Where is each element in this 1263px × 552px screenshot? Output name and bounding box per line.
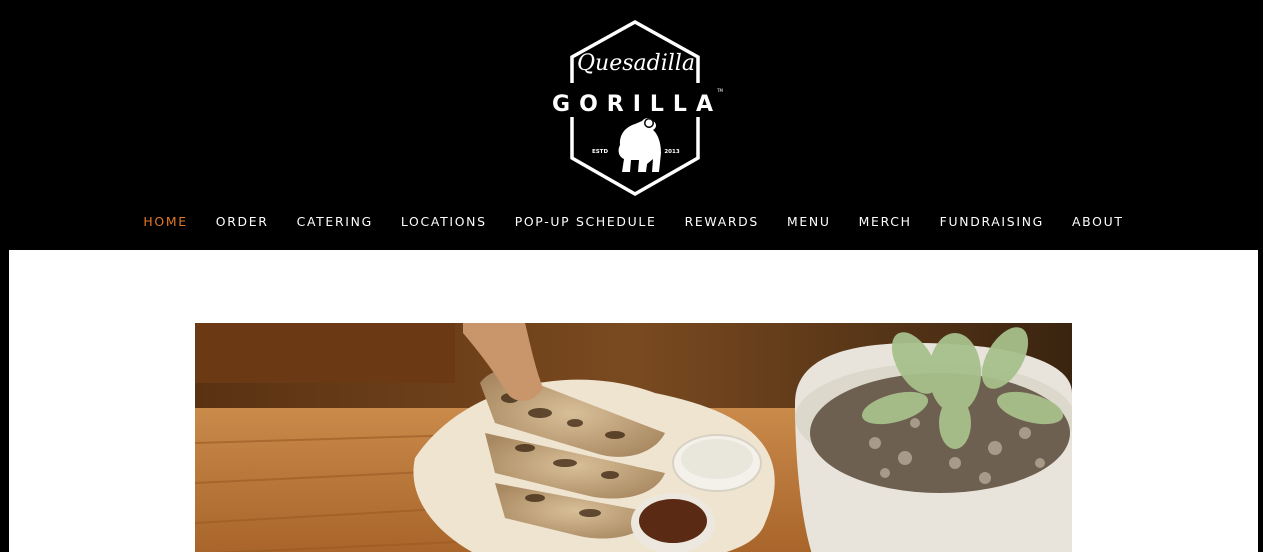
- hero-image: [195, 323, 1072, 552]
- site-logo[interactable]: Quesadilla GORILLA TM ESTD 2013: [545, 19, 725, 197]
- nav-item-locations[interactable]: LOCATIONS: [401, 214, 487, 229]
- logo-word-text: GORILLA: [552, 92, 722, 117]
- nav-item-catering[interactable]: CATERING: [297, 214, 373, 229]
- logo-tm-text: TM: [716, 88, 723, 93]
- logo-badge: Quesadilla GORILLA TM ESTD 2013: [552, 19, 724, 197]
- nav-item-pop-up-schedule[interactable]: POP-UP SCHEDULE: [515, 214, 657, 229]
- gorilla-icon: [618, 118, 661, 172]
- nav-item-about[interactable]: ABOUT: [1072, 214, 1124, 229]
- nav-item-menu[interactable]: MENU: [787, 214, 831, 229]
- nav-item-order[interactable]: ORDER: [216, 214, 269, 229]
- logo-estd-label: ESTD: [592, 149, 608, 155]
- nav-item-merch[interactable]: MERCH: [859, 214, 912, 229]
- main-nav: HOME ORDER CATERING LOCATIONS POP-UP SCH…: [9, 210, 1258, 232]
- logo-script-text: Quesadilla: [577, 51, 695, 76]
- page-frame: Quesadilla GORILLA TM ESTD 2013 HOME ORD…: [9, 5, 1258, 552]
- site-header: Quesadilla GORILLA TM ESTD 2013 HOME ORD…: [9, 5, 1258, 250]
- nav-item-home[interactable]: HOME: [143, 214, 187, 229]
- nav-item-fundraising[interactable]: FUNDRAISING: [940, 214, 1044, 229]
- logo-year-label: 2013: [664, 149, 679, 155]
- nav-item-rewards[interactable]: REWARDS: [685, 214, 759, 229]
